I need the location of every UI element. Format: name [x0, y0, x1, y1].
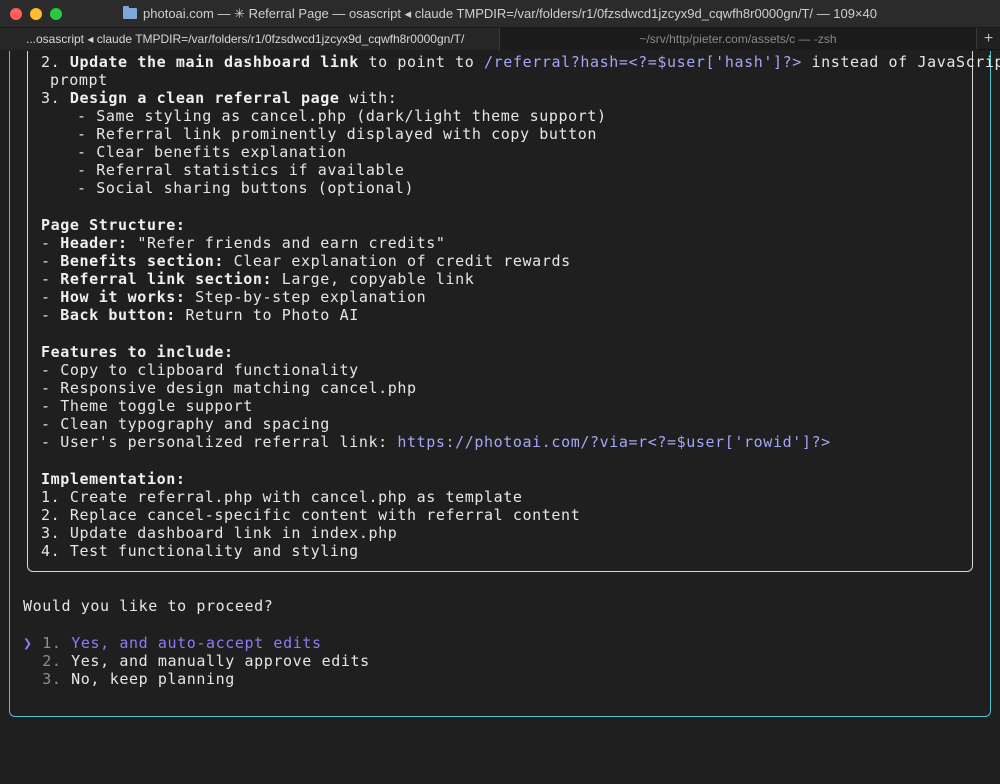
- plan-step-3: 3. Design a clean referral page with:: [41, 89, 397, 107]
- item-label: Benefits section:: [60, 252, 224, 270]
- plan-step-2-continued: prompt: [50, 71, 108, 89]
- list-item: 3. Update dashboard link in index.php: [41, 524, 398, 542]
- step-title: Update the main dashboard link: [69, 53, 359, 71]
- selection-pointer-icon: ❯: [23, 634, 33, 652]
- step-number: 3.: [41, 89, 70, 107]
- plan-step-2: 2. Update the main dashboard link to poi…: [41, 53, 1000, 71]
- list-item: - Social sharing buttons (optional): [77, 179, 415, 197]
- item-text: - User's personalized referral link:: [41, 433, 398, 451]
- list-item: - How it works: Step-by-step explanation: [41, 288, 427, 306]
- minimize-window-button[interactable]: [30, 8, 42, 20]
- tab-bar: ...osascript ◂ claude TMPDIR=/var/folder…: [0, 28, 1000, 50]
- section-heading: Page Structure:: [41, 216, 186, 234]
- option-label: Yes, and manually approve edits: [71, 652, 370, 670]
- list-item: - Clear benefits explanation: [77, 143, 347, 161]
- folder-icon: [123, 6, 138, 19]
- referral-link: https://photoai.com/?via=r<?=$user['rowi…: [397, 433, 831, 451]
- proceed-question: Would you like to proceed?: [23, 597, 274, 615]
- option-auto-accept[interactable]: ❯ 1. Yes, and auto-accept edits: [23, 634, 322, 652]
- option-keep-planning[interactable]: 3. No, keep planning: [23, 670, 235, 688]
- close-window-button[interactable]: [10, 8, 22, 20]
- item-text: Step-by-step explanation: [185, 288, 427, 306]
- list-item: 2. Replace cancel-specific content with …: [41, 506, 581, 524]
- step-text: with:: [339, 89, 398, 107]
- section-heading: Implementation:: [41, 470, 186, 488]
- list-item: 1. Create referral.php with cancel.php a…: [41, 488, 523, 506]
- list-item: - Same styling as cancel.php (dark/light…: [77, 107, 607, 125]
- window-title-text: photoai.com — ✳ Referral Page — osascrip…: [143, 5, 877, 21]
- option-label: Yes, and auto-accept edits: [71, 634, 322, 652]
- item-text: Large, copyable link: [272, 270, 475, 288]
- option-number: 3.: [42, 670, 62, 688]
- list-item: - Header: "Refer friends and earn credit…: [41, 234, 446, 252]
- window-title: photoai.com — ✳ Referral Page — osascrip…: [123, 6, 877, 22]
- item-text: Return to Photo AI: [175, 306, 359, 324]
- terminal-empty-area: [0, 718, 1000, 784]
- list-item: - Theme toggle support: [41, 397, 253, 415]
- step-number: 2.: [41, 53, 70, 71]
- item-label: Header:: [60, 234, 128, 252]
- item-label: Back button:: [60, 306, 176, 324]
- window-controls: [10, 8, 62, 20]
- option-manual-approve[interactable]: 2. Yes, and manually approve edits: [23, 652, 370, 670]
- option-label: No, keep planning: [71, 670, 235, 688]
- option-number: 1.: [42, 634, 62, 652]
- step-text: instead of JavaScript: [801, 53, 1000, 71]
- section-heading: Features to include:: [41, 343, 234, 361]
- tab-zsh[interactable]: ~/srv/http/pieter.com/assets/c — -zsh: [500, 28, 976, 50]
- zoom-window-button[interactable]: [50, 8, 62, 20]
- list-item: - Referral statistics if available: [77, 161, 405, 179]
- step-text: to point to: [358, 53, 485, 71]
- title-bar: photoai.com — ✳ Referral Page — osascrip…: [0, 0, 1000, 28]
- step-title: Design a clean referral page: [69, 89, 340, 107]
- code-snippet: /referral?hash=<?=$user['hash']?>: [484, 53, 802, 71]
- list-item: - Back button: Return to Photo AI: [41, 306, 359, 324]
- list-item: - Responsive design matching cancel.php: [41, 379, 417, 397]
- new-tab-button[interactable]: +: [976, 28, 1000, 49]
- list-item: 4. Test functionality and styling: [41, 542, 359, 560]
- list-item: - Referral link prominently displayed wi…: [77, 125, 598, 143]
- list-item: - Clean typography and spacing: [41, 415, 330, 433]
- item-label: Referral link section:: [60, 270, 273, 288]
- list-item: - User's personalized referral link: htt…: [41, 433, 831, 451]
- option-number: 2.: [42, 652, 62, 670]
- terminal-content[interactable]: 2. Update the main dashboard link to poi…: [0, 51, 1000, 784]
- list-item: - Copy to clipboard functionality: [41, 361, 359, 379]
- item-label: How it works:: [60, 288, 186, 306]
- tab-claude[interactable]: ...osascript ◂ claude TMPDIR=/var/folder…: [0, 28, 500, 50]
- item-text: Clear explanation of credit rewards: [224, 252, 571, 270]
- list-item: - Referral link section: Large, copyable…: [41, 270, 475, 288]
- item-text: "Refer friends and earn credits": [127, 234, 446, 252]
- list-item: - Benefits section: Clear explanation of…: [41, 252, 571, 270]
